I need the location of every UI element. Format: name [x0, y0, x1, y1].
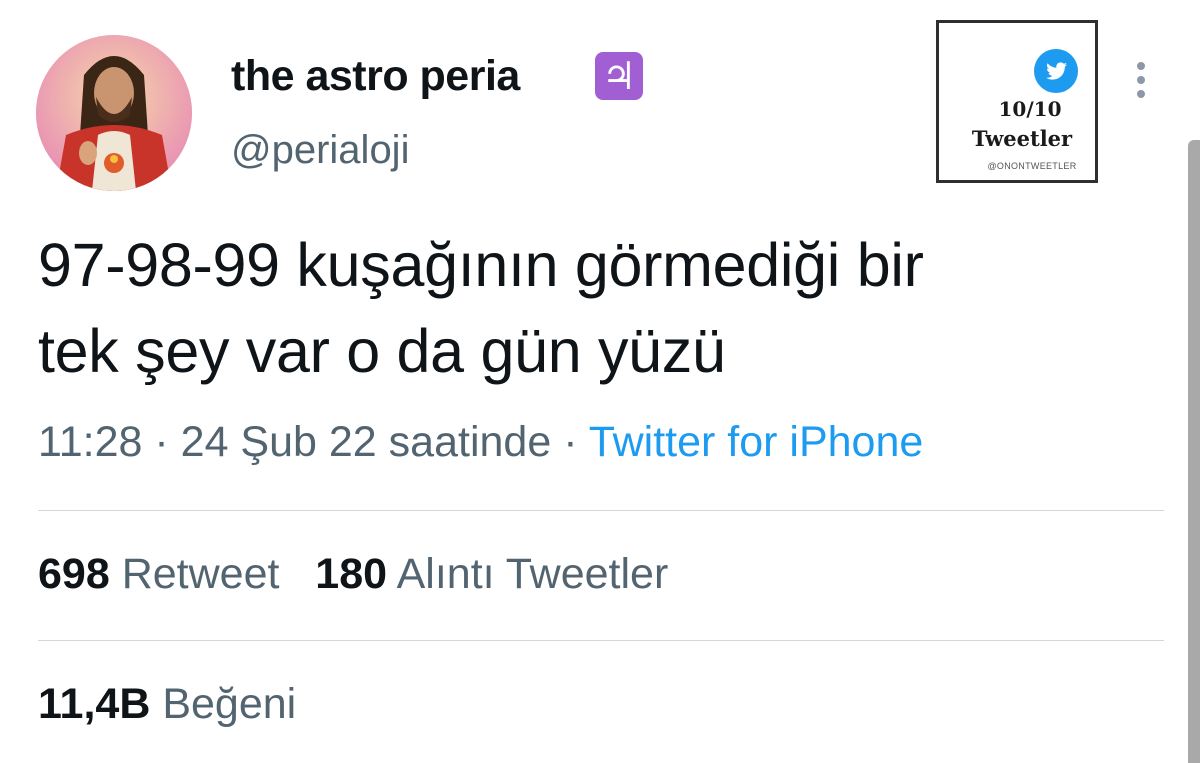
- author-handle[interactable]: @perialoji: [231, 128, 409, 173]
- retweet-count: 698: [38, 550, 110, 598]
- quotes-stat[interactable]: 180 Alıntı Tweetler: [315, 550, 668, 598]
- watermark-handle: @ONONTWEETLER: [987, 161, 1077, 171]
- retweets-stat[interactable]: 698 Retweet: [38, 550, 279, 598]
- tweet-text-line: 97-98-99 kuşağının görmediği bir: [38, 231, 924, 299]
- tweet-text-line: tek şey var o da gün yüzü: [38, 317, 726, 385]
- divider: [38, 640, 1164, 641]
- watermark-count: 10/10: [998, 97, 1062, 121]
- tweet-time[interactable]: 11:28: [38, 418, 142, 466]
- meta-separator: ·: [563, 418, 578, 466]
- retweet-label: Retweet: [121, 550, 280, 598]
- watermark-label: Tweetler: [971, 126, 1073, 151]
- scrollbar[interactable]: [1188, 140, 1200, 763]
- tweet-source-link[interactable]: Twitter for iPhone: [589, 418, 924, 466]
- quote-label: Alıntı Tweetler: [396, 550, 669, 598]
- divider: [38, 510, 1164, 511]
- meta-separator: ·: [154, 418, 169, 466]
- like-count: 11,4B: [38, 680, 151, 728]
- like-label: Beğeni: [162, 680, 297, 728]
- tweet-date[interactable]: 24 Şub 22 saatinde: [181, 418, 552, 466]
- jupiter-emoji-badge: ♃: [595, 52, 643, 100]
- quote-count: 180: [315, 550, 388, 598]
- tweet-text: 97-98-99 kuşağının görmediği bir tek şey…: [38, 222, 1158, 394]
- avatar-portrait: [36, 35, 192, 191]
- avatar[interactable]: [36, 35, 192, 191]
- likes-stat[interactable]: 11,4B Beğeni: [38, 680, 296, 729]
- tweet-meta: 11:28 · 24 Şub 22 saatinde · Twitter for…: [38, 418, 923, 467]
- more-options-icon[interactable]: [1128, 62, 1154, 102]
- twitter-bird-icon: [1034, 49, 1078, 93]
- author-display-name[interactable]: the astro peria: [231, 52, 520, 101]
- retweet-quote-stats: 698 Retweet 180 Alıntı Tweetler: [38, 550, 668, 599]
- watermark-box: 10/10 Tweetler @ONONTWEETLER: [936, 20, 1098, 183]
